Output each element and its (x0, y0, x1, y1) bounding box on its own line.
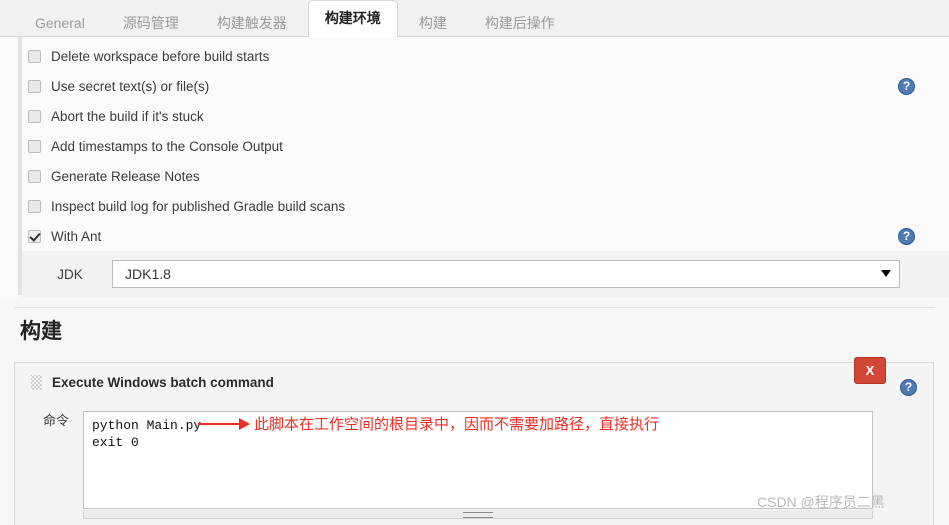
option-label: Add timestamps to the Console Output (51, 138, 283, 154)
option-label: Generate Release Notes (51, 168, 200, 184)
config-tabbar: General 源码管理 构建触发器 构建环境 构建 构建后操作 (0, 0, 949, 37)
option-use-secret-texts[interactable]: Use secret text(s) or file(s) ? (22, 71, 949, 101)
tab-build-environment[interactable]: 构建环境 (307, 0, 398, 37)
checkbox-abort-if-stuck[interactable] (28, 109, 41, 123)
watermark: CSDN @程序员二黑 (757, 494, 885, 510)
help-icon[interactable]: ? (900, 379, 917, 396)
jdk-label: JDK (57, 266, 83, 282)
delete-build-step-button[interactable]: X (854, 357, 886, 384)
tab-build-triggers[interactable]: 构建触发器 (200, 7, 304, 37)
build-step-title: Execute Windows batch command (52, 375, 274, 390)
option-label: Abort the build if it's stuck (51, 108, 204, 124)
build-step-header: Execute Windows batch command (31, 375, 274, 390)
help-icon[interactable]: ? (898, 77, 915, 95)
checkbox-use-secret-texts[interactable] (28, 79, 41, 93)
checkbox-delete-workspace[interactable] (28, 49, 41, 63)
option-label: With Ant (51, 228, 102, 244)
checkbox-generate-release-notes[interactable] (28, 169, 41, 183)
command-textarea-wrapper: python Main.py exit 0 (83, 411, 873, 519)
checkbox-inspect-gradle-scans[interactable] (28, 199, 41, 213)
jdk-row: JDK JDK1.8 (22, 251, 949, 297)
checkbox-add-timestamps[interactable] (28, 139, 41, 153)
build-environment-section: Delete workspace before build starts Use… (0, 37, 949, 297)
option-generate-release-notes[interactable]: Generate Release Notes (22, 161, 949, 191)
option-abort-if-stuck[interactable]: Abort the build if it's stuck (22, 101, 949, 131)
tab-general[interactable]: General (18, 7, 102, 37)
command-label: 命令 (42, 413, 69, 428)
section-divider (14, 307, 935, 308)
tab-build[interactable]: 构建 (402, 7, 464, 37)
option-label: Delete workspace before build starts (51, 48, 270, 64)
option-label: Inspect build log for published Gradle b… (51, 198, 346, 214)
tab-post-build-actions[interactable]: 构建后操作 (468, 7, 572, 37)
option-add-timestamps[interactable]: Add timestamps to the Console Output (22, 131, 949, 161)
jdk-selected-value: JDK1.8 (125, 266, 171, 282)
help-icon[interactable]: ? (898, 227, 915, 245)
build-section-title: 构建 (20, 320, 62, 343)
option-delete-workspace[interactable]: Delete workspace before build starts (22, 41, 949, 71)
option-inspect-gradle-scans[interactable]: Inspect build log for published Gradle b… (22, 191, 949, 221)
command-textarea[interactable]: python Main.py exit 0 (83, 411, 873, 509)
build-environment-options: Delete workspace before build starts Use… (22, 37, 949, 297)
drag-handle-icon[interactable] (31, 375, 42, 390)
jdk-select[interactable]: JDK1.8 (112, 260, 900, 288)
jenkins-job-config-page: General 源码管理 构建触发器 构建环境 构建 构建后操作 Delete … (0, 0, 949, 525)
option-label: Use secret text(s) or file(s) (51, 78, 210, 94)
chevron-down-icon (881, 270, 891, 277)
checkbox-with-ant[interactable] (28, 229, 41, 243)
textarea-resize-handle[interactable] (83, 510, 873, 519)
option-with-ant[interactable]: With Ant ? (22, 221, 949, 251)
tab-list: General 源码管理 构建触发器 构建环境 构建 构建后操作 (18, 0, 576, 37)
tab-source-code-management[interactable]: 源码管理 (106, 7, 196, 37)
